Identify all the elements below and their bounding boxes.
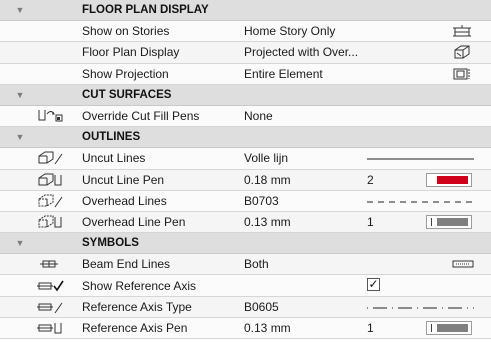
overhead-line-pen-icon [24,212,76,232]
row-overhead-lines[interactable]: Overhead Lines B0703 [0,190,491,212]
pen-color-swatch[interactable] [426,214,472,229]
reference-axis-pen-icon [24,318,76,338]
row-show-reference-axis[interactable]: Show Reference Axis ✓ [0,275,491,297]
pen-color-swatch[interactable] [426,172,472,187]
row-value[interactable]: 0.18 mm [244,173,291,187]
pen-number: 1 [367,214,374,229]
collapse-triangle-icon[interactable]: ▼ [0,5,40,15]
line-style-dashed-preview[interactable] [367,201,474,203]
row-show-projection[interactable]: Show Projection Entire Element [0,63,491,85]
row-value[interactable]: Projected with Over... [244,45,358,59]
row-label: Reference Axis Type [82,299,192,314]
collapse-triangle-icon[interactable]: ▼ [0,90,40,100]
projected-overhead-icon[interactable] [452,45,472,62]
collapse-triangle-icon[interactable]: ▼ [0,132,40,142]
show-reference-axis-icon [24,275,76,295]
pen-number: 2 [367,172,374,187]
settings-panel: ▼ FLOOR PLAN DISPLAY Show on Stories Hom… [0,0,491,358]
row-label: Reference Axis Pen [82,320,188,335]
row-overhead-line-pen[interactable]: Overhead Line Pen 0.13 mm 1 [0,211,491,234]
row-value[interactable]: 0.13 mm [244,321,291,335]
row-label: Show on Stories [82,24,170,39]
row-value[interactable]: Volle lijn [244,151,288,165]
row-label: Override Cut Fill Pens [82,109,200,124]
section-outlines[interactable]: ▼ OUTLINES [0,127,491,149]
pen-number: 1 [367,320,374,335]
row-value[interactable]: None [244,109,273,123]
section-title: FLOOR PLAN DISPLAY [82,4,209,17]
story-icon[interactable] [452,24,472,41]
line-style-solid-preview[interactable] [367,158,474,160]
row-label: Floor Plan Display [82,45,180,60]
row-value[interactable]: B0703 [244,194,279,208]
section-title: OUTLINES [82,131,141,144]
row-label: Overhead Lines [82,193,167,208]
entire-element-icon[interactable] [452,67,472,84]
row-value[interactable]: Both [244,257,269,271]
row-reference-axis-type[interactable]: Reference Axis Type B0605 [0,296,491,318]
show-reference-axis-checkbox[interactable]: ✓ [367,278,380,292]
row-label: Show Projection [82,66,169,81]
section-title: CUT SURFACES [82,88,172,101]
row-label: Show Reference Axis [82,278,197,293]
row-floor-plan-display[interactable]: Floor Plan Display Projected with Over..… [0,42,491,64]
row-value[interactable]: 0.13 mm [244,215,291,229]
row-reference-axis-pen[interactable]: Reference Axis Pen 0.13 mm 1 [0,317,491,339]
collapse-triangle-icon[interactable]: ▼ [0,238,40,248]
row-override-cut-fill-pens[interactable]: Override Cut Fill Pens None [0,105,491,128]
row-label: Beam End Lines [82,257,171,272]
pen-color-swatch[interactable] [426,320,472,335]
row-show-on-stories[interactable]: Show on Stories Home Story Only [0,21,491,43]
row-uncut-lines[interactable]: Uncut Lines Volle lijn [0,148,491,170]
uncut-line-pen-icon [24,170,76,190]
section-symbols[interactable]: ▼ SYMBOLS [0,233,491,255]
row-uncut-line-pen[interactable]: Uncut Line Pen 0.18 mm 2 [0,169,491,191]
override-fill-pens-icon [24,106,76,126]
overhead-lines-icon [24,191,76,211]
section-cut-surfaces[interactable]: ▼ CUT SURFACES [0,84,491,106]
row-value[interactable]: B0605 [244,300,279,314]
beam-end-lines-icon [24,254,76,274]
section-title: SYMBOLS [82,237,139,250]
row-label: Uncut Lines [82,151,146,166]
row-label: Overhead Line Pen [82,214,186,229]
uncut-lines-icon [24,148,76,168]
row-label: Uncut Line Pen [82,172,165,187]
section-floor-plan-display[interactable]: ▼ FLOOR PLAN DISPLAY [0,0,491,22]
row-value[interactable]: Entire Element [244,67,323,81]
beam-end-both-icon[interactable] [452,257,474,274]
row-beam-end-lines[interactable]: Beam End Lines Both [0,254,491,276]
line-style-dash-dot-preview[interactable] [367,307,474,309]
reference-axis-type-icon [24,297,76,317]
row-value[interactable]: Home Story Only [244,24,335,38]
